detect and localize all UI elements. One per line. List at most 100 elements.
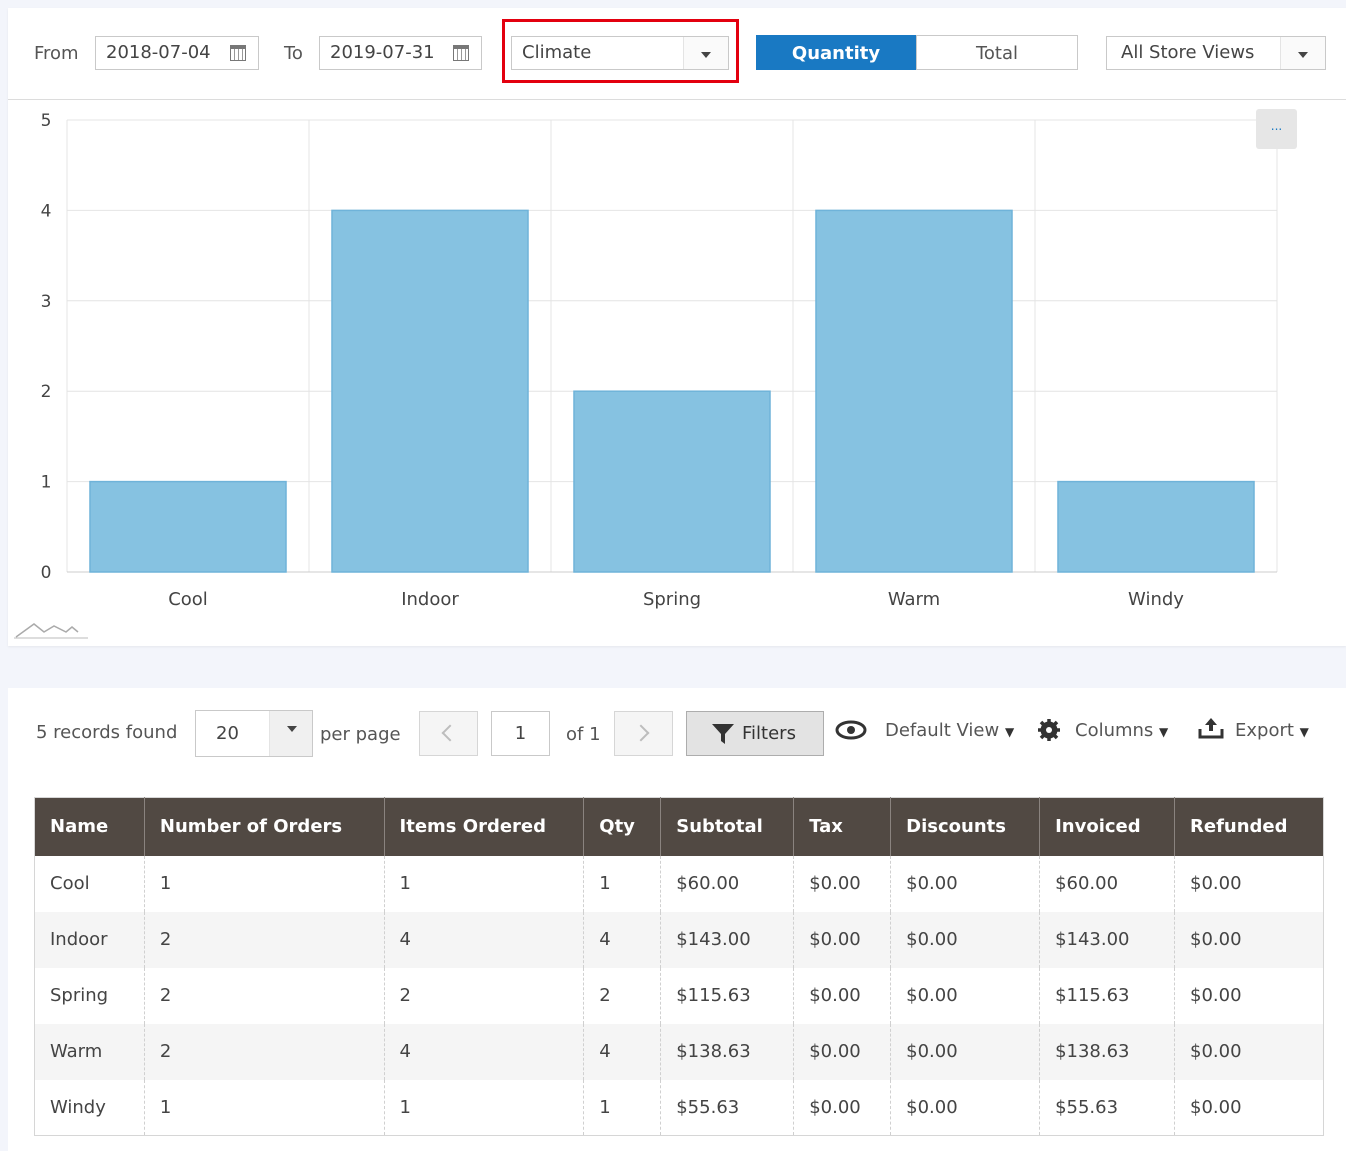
table-cell: 1 [383,1079,584,1136]
table-cell: $138.63 [660,1023,794,1080]
from-label: From [34,43,79,64]
column-header[interactable]: Discounts [890,797,1040,856]
table-cell: $143.00 [660,911,794,968]
total-toggle-button[interactable]: Total [916,35,1078,70]
export-label: Export [1235,720,1294,741]
per-page-label: per page [320,724,401,745]
table-row[interactable]: Warm 2 4 4 $138.63 $0.00 $0.00 $138.63 $0.00 [34,1023,1324,1080]
column-header[interactable]: Tax [793,797,891,856]
y-tick-label: 1 [41,473,52,493]
table-cell: 4 [583,911,661,968]
caret-down-icon: ▼ [1004,725,1015,739]
filters-button[interactable]: Filters [686,711,824,756]
y-tick-label: 0 [41,563,52,583]
caret-down-icon: ▼ [1159,725,1169,739]
store-view-value: All Store Views [1121,42,1255,63]
chevron-down-icon[interactable] [1280,37,1325,69]
bar[interactable] [573,390,771,573]
default-view-label: Default View [885,720,1000,741]
calendar-icon[interactable] [230,45,246,61]
table-cell: $60.00 [660,855,794,912]
table-cell: $115.63 [660,967,794,1024]
y-tick-label: 2 [41,382,52,402]
per-page-select[interactable]: 20 [195,710,313,757]
column-header[interactable]: Number of Orders [143,797,385,856]
table-cell: $138.63 [1039,1023,1175,1080]
table-cell: $0.00 [1174,1023,1324,1080]
table-cell: $0.00 [890,911,1040,968]
table-cell: 2 [143,1023,385,1080]
to-date-value: 2019-07-31 [330,42,435,63]
caret-down-icon[interactable] [269,711,312,756]
table-cell: $55.63 [1039,1079,1175,1136]
x-tick-label: Warm [888,589,940,610]
store-view-select[interactable]: All Store Views [1106,36,1326,70]
table-cell: 1 [583,855,661,912]
table-cell: 1 [143,855,385,912]
bar[interactable] [89,480,287,573]
export-dropdown[interactable]: Export ▼ [1235,720,1309,741]
table-cell: $0.00 [1174,855,1324,912]
table-row[interactable]: Cool 1 1 1 $60.00 $0.00 $0.00 $60.00 $0.00 [34,855,1324,912]
x-tick-label: Windy [1128,589,1184,610]
calendar-icon[interactable] [453,45,469,61]
chart-menu-button[interactable]: ... [1256,109,1297,149]
table-cell: 4 [383,1023,584,1080]
table-row[interactable]: Indoor 2 4 4 $143.00 $0.00 $0.00 $143.00 $0.00 [34,911,1324,968]
column-header[interactable]: Items Ordered [383,797,584,856]
table-cell: $60.00 [1039,855,1175,912]
bar[interactable] [815,209,1013,573]
table-cell: 1 [583,1079,661,1136]
next-page-button[interactable] [614,711,673,756]
y-tick-label: 4 [41,201,52,221]
export-icon [1198,718,1224,739]
table-cell: 4 [383,911,584,968]
table-header-row: Name Number of Orders Items Ordered Qty Subt… [34,797,1324,856]
table-cell: $0.00 [1174,967,1324,1024]
chart-tool-icon [15,623,79,638]
attribute-select-highlight [502,19,739,83]
table-cell: $0.00 [793,855,891,912]
bar[interactable] [331,209,529,573]
column-header[interactable]: Name [34,797,145,856]
report-table: Name Number of Orders Items Ordered Qty Subt… [34,797,1324,1136]
table-row[interactable]: Spring 2 2 2 $115.63 $0.00 $0.00 $115.63 $0.00 [34,967,1324,1024]
eye-icon [835,720,867,740]
column-header[interactable]: Invoiced [1039,797,1175,856]
gear-icon [1038,719,1060,741]
table-cell: $0.00 [1174,1079,1324,1136]
from-date-field[interactable]: 2018-07-04 [95,36,259,70]
page-number-input[interactable]: 1 [491,711,550,756]
quantity-toggle-button[interactable]: Quantity [756,35,916,70]
table-cell: Spring [34,967,145,1024]
table-cell: $0.00 [890,855,1040,912]
table-cell: $0.00 [890,1079,1040,1136]
bar[interactable] [1057,480,1255,573]
table-cell: $0.00 [890,1023,1040,1080]
filters-label: Filters [742,723,796,744]
x-tick-label: Spring [643,589,701,610]
table-cell: $0.00 [1174,911,1324,968]
table-cell: $0.00 [890,967,1040,1024]
table-cell: $0.00 [793,967,891,1024]
table-row[interactable]: Windy 1 1 1 $55.63 $0.00 $0.00 $55.63 $0.00 [34,1079,1324,1136]
per-page-value: 20 [216,723,239,744]
table-cell: $0.00 [793,1023,891,1080]
page-number-value: 1 [514,723,527,744]
records-found: 5 records found [36,722,178,743]
default-view-dropdown[interactable]: Default View ▼ [885,720,1014,741]
column-header[interactable]: Qty [583,797,661,856]
table-cell: $0.00 [793,1079,891,1136]
previous-page-button[interactable] [419,711,478,756]
columns-dropdown[interactable]: Columns ▼ [1075,720,1168,741]
chevron-left-icon [441,724,459,742]
table-cell: 1 [383,855,584,912]
table-cell: $55.63 [660,1079,794,1136]
y-tick-label: 5 [41,111,52,131]
column-header[interactable]: Refunded [1174,797,1324,856]
chevron-right-icon [632,724,650,742]
to-label: To [284,43,303,64]
to-date-field[interactable]: 2019-07-31 [319,36,482,70]
column-header[interactable]: Subtotal [660,797,794,856]
table-cell: $115.63 [1039,967,1175,1024]
